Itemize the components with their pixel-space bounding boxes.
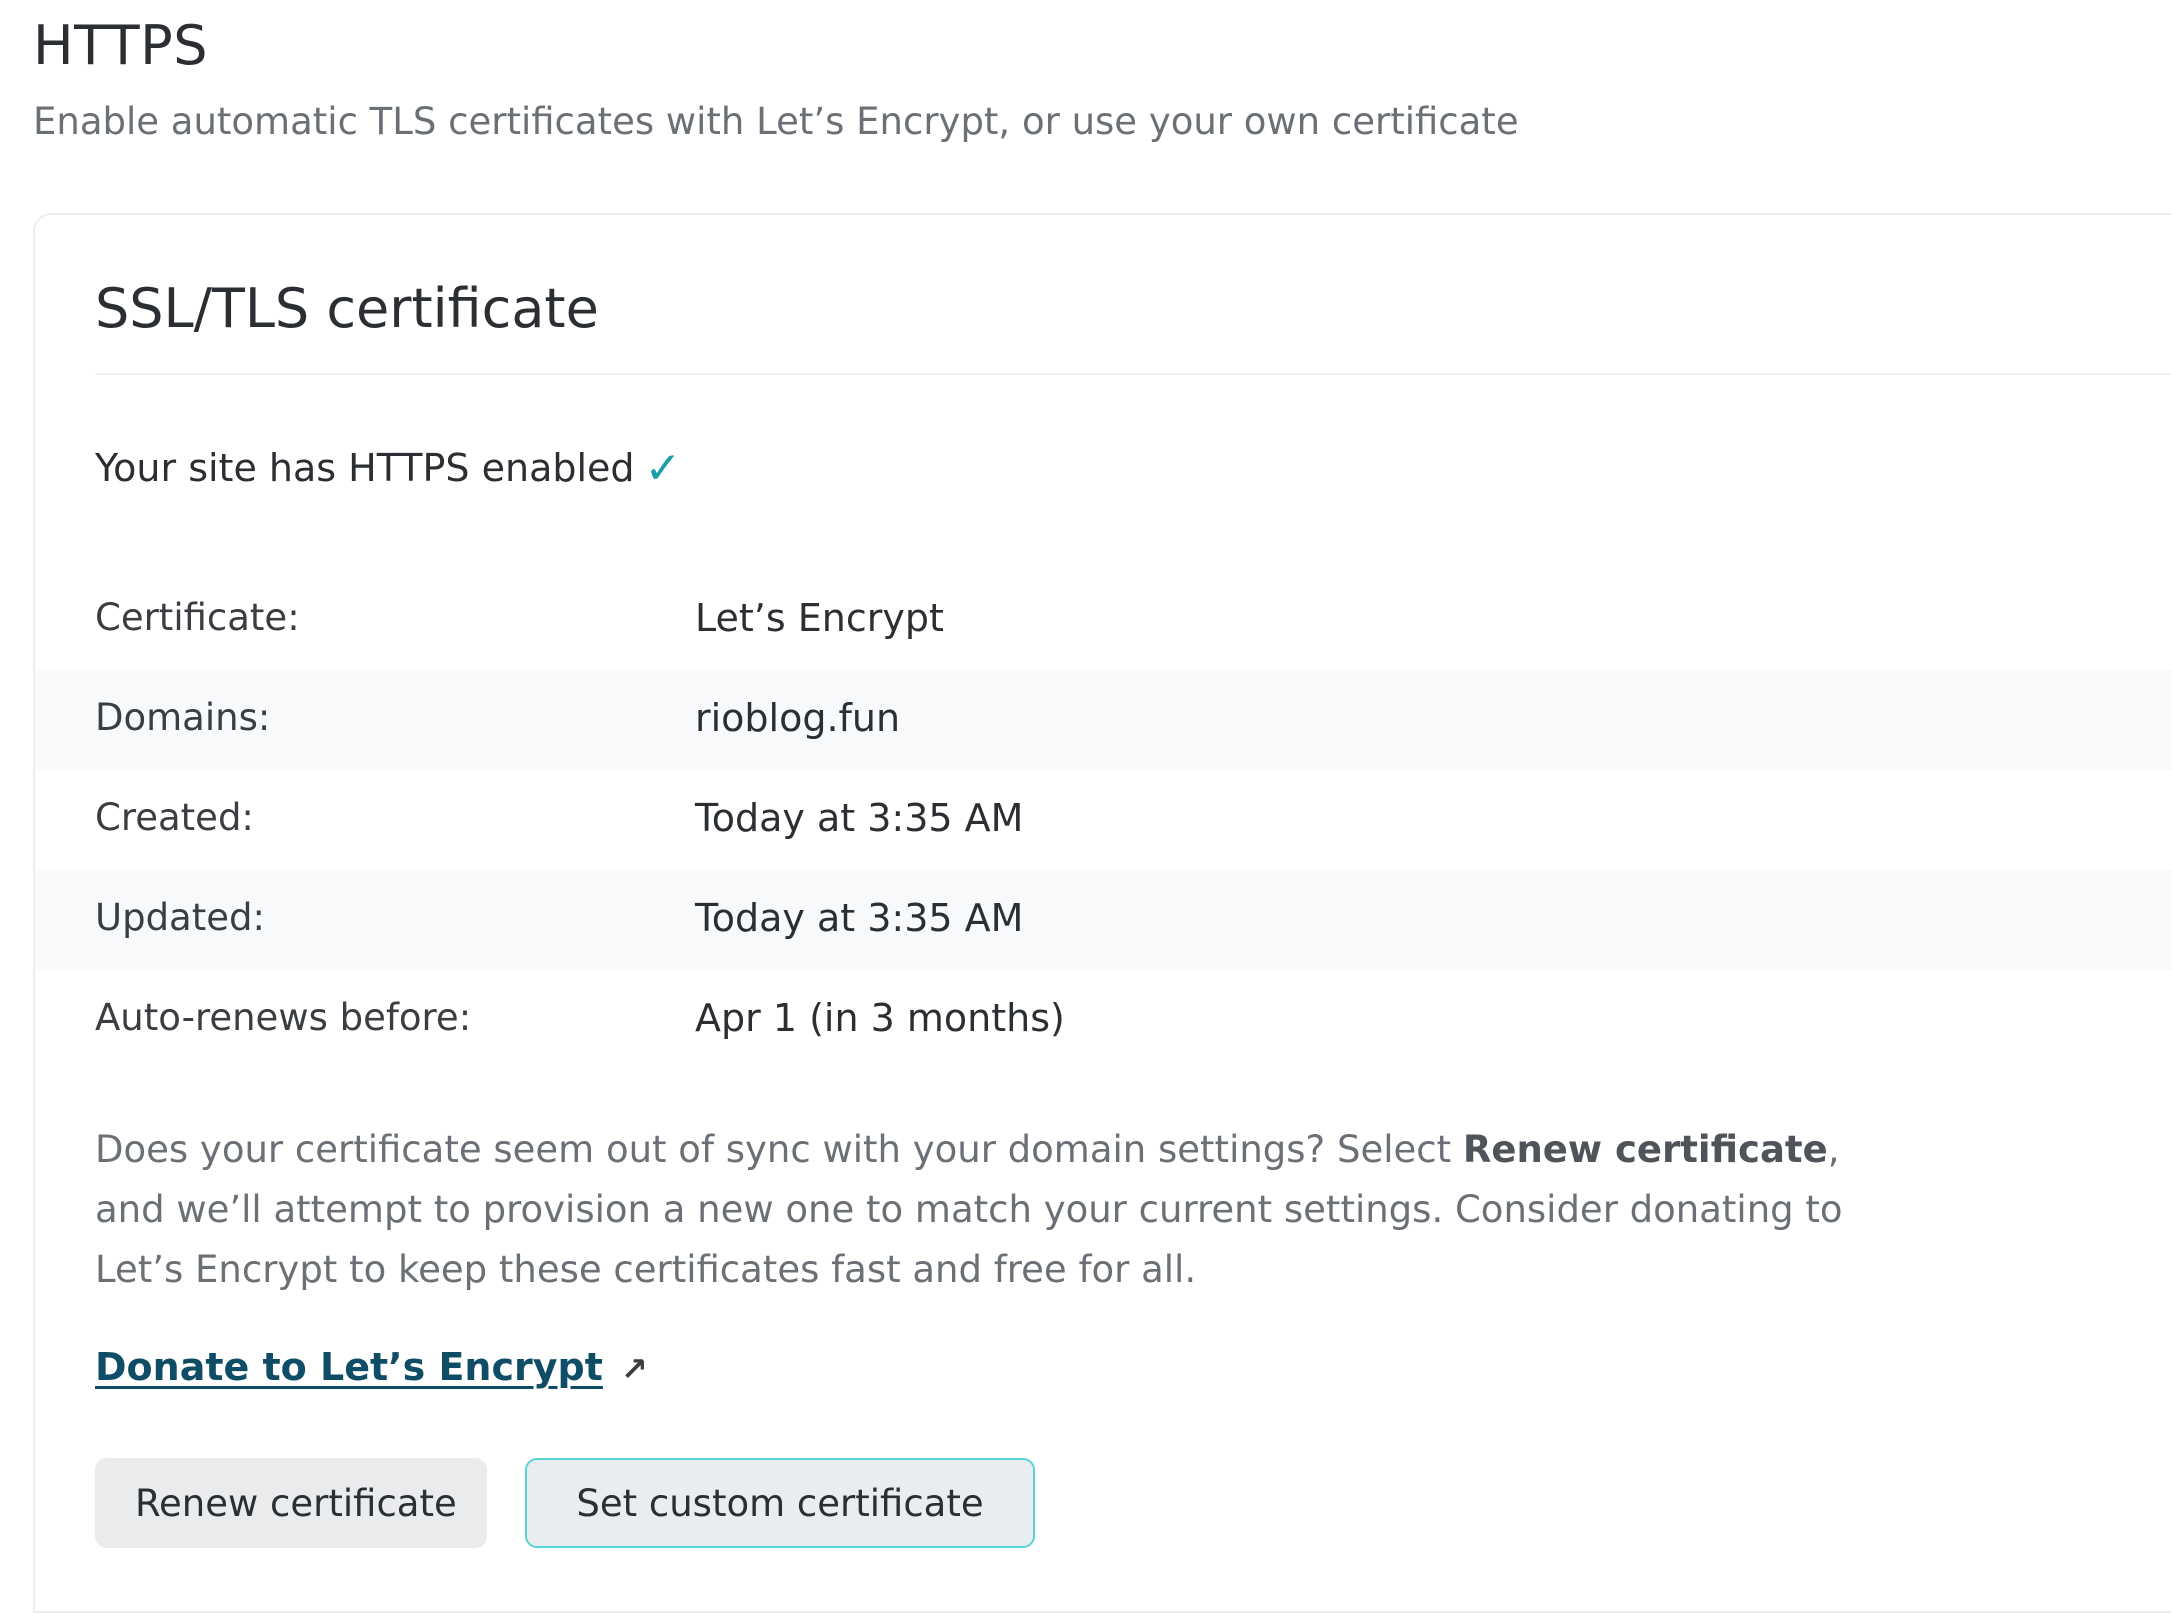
- renew-certificate-button[interactable]: Renew certificate: [95, 1458, 487, 1548]
- donate-link[interactable]: Donate to Let’s Encrypt ↗: [95, 1345, 648, 1389]
- section-title: HTTPS: [33, 14, 208, 77]
- detail-label: Certificate:: [95, 596, 300, 639]
- https-status-text: Your site has HTTPS enabled: [95, 446, 635, 490]
- detail-label: Created:: [95, 796, 254, 839]
- section-subtitle: Enable automatic TLS certificates with L…: [33, 100, 1519, 143]
- detail-value: Today at 3:35 AM: [695, 796, 1024, 840]
- https-status: Your site has HTTPS enabled ✓: [95, 443, 681, 494]
- detail-label: Auto-renews before:: [95, 996, 472, 1039]
- detail-label: Domains:: [95, 696, 271, 739]
- renew-help-text: Does your certificate seem out of sync w…: [95, 1120, 1855, 1300]
- detail-value: Let’s Encrypt: [695, 596, 944, 640]
- detail-row-certificate: Certificate: Let’s Encrypt: [35, 570, 2171, 670]
- https-settings-page: HTTPS Enable automatic TLS certificates …: [0, 0, 2171, 1613]
- detail-row-created: Created: Today at 3:35 AM: [35, 770, 2171, 870]
- detail-row-auto-renews: Auto-renews before: Apr 1 (in 3 months): [35, 970, 2171, 1070]
- card-title: SSL/TLS certificate: [95, 277, 599, 340]
- card-divider: [95, 373, 2171, 375]
- check-icon: ✓: [644, 443, 682, 494]
- detail-row-domains: Domains: rioblog.fun: [35, 670, 2171, 770]
- donate-link-label: Donate to Let’s Encrypt: [95, 1345, 603, 1389]
- set-custom-certificate-button[interactable]: Set custom certificate: [525, 1458, 1035, 1548]
- external-link-icon: ↗: [620, 1350, 648, 1388]
- certificate-details: Certificate: Let’s Encrypt Domains: riob…: [35, 570, 2171, 1070]
- ssl-certificate-card: SSL/TLS certificate Your site has HTTPS …: [33, 213, 2171, 1613]
- detail-value: Apr 1 (in 3 months): [695, 996, 1065, 1040]
- detail-label: Updated:: [95, 896, 265, 939]
- detail-value: Today at 3:35 AM: [695, 896, 1024, 940]
- detail-row-updated: Updated: Today at 3:35 AM: [35, 870, 2171, 970]
- help-text-part: Does your certificate seem out of sync w…: [95, 1128, 1463, 1171]
- help-text-bold: Renew certificate: [1462, 1128, 1828, 1171]
- detail-value: rioblog.fun: [695, 696, 901, 740]
